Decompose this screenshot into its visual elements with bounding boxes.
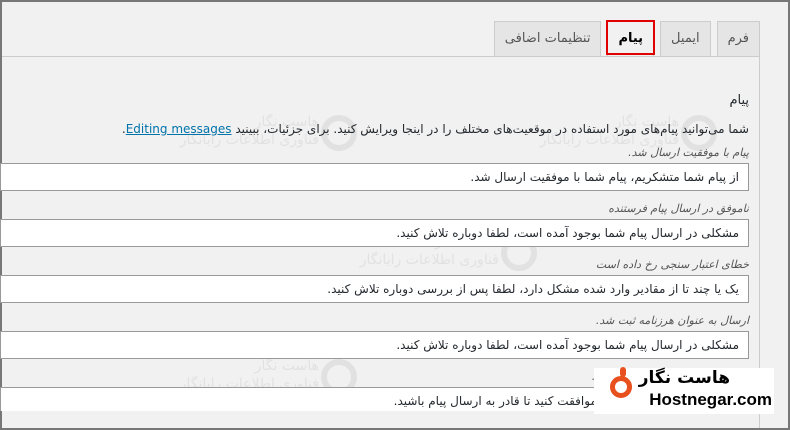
tab-message[interactable]: پیام: [606, 20, 656, 57]
input-mail-sent-ok[interactable]: از پیام شما متشکریم، پیام شما با موفقیت …: [0, 163, 749, 191]
hostnegar-logo-icon: [610, 367, 632, 398]
label-mail-sent-ng: ناموفق در ارسال پیام فرستنده: [608, 202, 749, 215]
hostnegar-logo: هاست نگار Hostnegar.com: [594, 367, 774, 414]
label-validation-error: خطای اعتبار سنجی رخ داده است: [595, 258, 749, 271]
tab-form[interactable]: فرم: [716, 21, 760, 56]
section-description: شما می‌توانید پیام‌های مورد استفاده در م…: [2, 122, 749, 136]
description-text: شما می‌توانید پیام‌های مورد استفاده در م…: [235, 122, 749, 136]
tab-email[interactable]: ایمیل: [660, 21, 711, 56]
window-frame: فرم ایمیل پیام تنظیمات اضافی هاست نگار ف…: [0, 0, 790, 430]
editing-messages-link[interactable]: Editing messages: [126, 122, 232, 136]
section-title: پیام: [729, 93, 749, 108]
label-mail-sent-ok: پیام با موفقیت ارسال شد.: [628, 146, 749, 159]
tab-bar: فرم ایمیل پیام تنظیمات اضافی: [493, 20, 760, 57]
tab-additional-settings[interactable]: تنظیمات اضافی: [493, 21, 602, 56]
label-spam: ارسال به عنوان هرزنامه ثبت شد.: [595, 314, 749, 327]
input-mail-sent-ng[interactable]: مشکلی در ارسال پیام شما بوجود آمده است، …: [0, 219, 749, 247]
input-spam[interactable]: مشکلی در ارسال پیام شما بوجود آمده است، …: [0, 331, 749, 359]
logo-english-text: Hostnegar.com: [649, 390, 772, 409]
logo-persian-text: هاست نگار: [638, 368, 730, 388]
tab-message-label: پیام: [618, 31, 644, 46]
input-validation-error[interactable]: یک یا چند تا از مقادیر وارد شده مشکل دار…: [0, 275, 749, 303]
